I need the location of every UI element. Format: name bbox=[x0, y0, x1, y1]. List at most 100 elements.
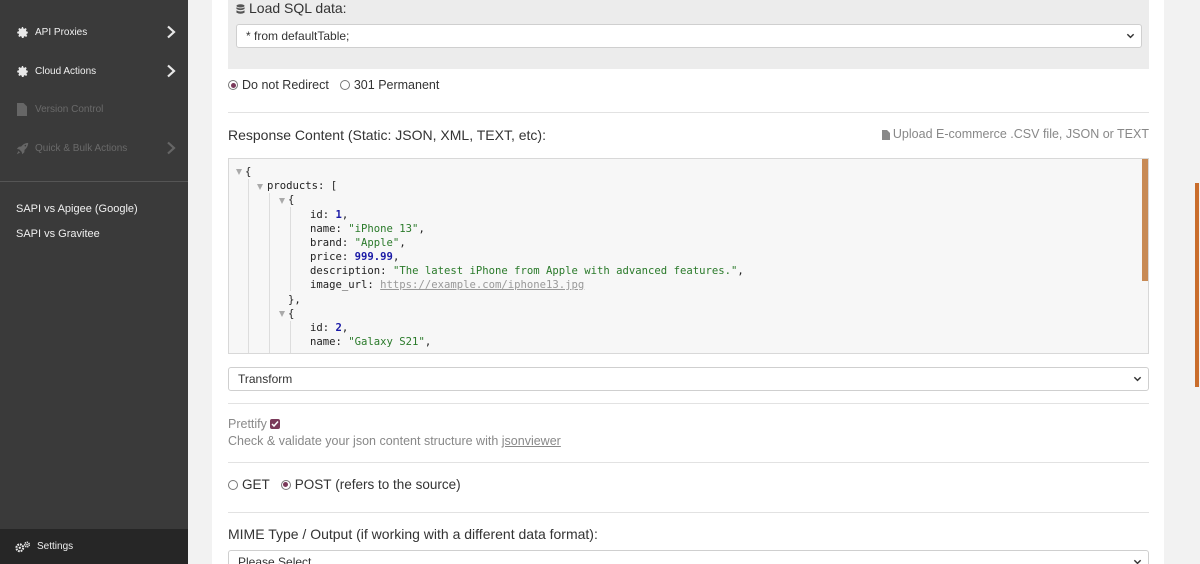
json-key: price bbox=[310, 251, 342, 263]
indent-guide bbox=[269, 193, 270, 353]
prettify-checkbox[interactable] bbox=[269, 419, 280, 429]
file-icon bbox=[15, 102, 29, 116]
method-radio-get[interactable] bbox=[228, 479, 238, 490]
method-label-post: POST bbox=[294, 477, 332, 492]
validate-hint: Check & validate your json content struc… bbox=[228, 434, 561, 448]
json-line: image_url: https://example.com/iphone13.… bbox=[310, 279, 585, 291]
sidebar-link-sapi-vs-apigee[interactable]: SAPI vs Apigee (Google) bbox=[16, 203, 138, 215]
chevron-right-icon bbox=[167, 64, 176, 78]
sidebar-item-api-proxies[interactable]: API Proxies bbox=[0, 17, 188, 47]
json-string: "Galaxy S21" bbox=[348, 336, 425, 348]
json-key: image_url bbox=[310, 279, 368, 291]
json-line: price: 999.99, bbox=[310, 251, 400, 263]
json-line: }, bbox=[288, 293, 301, 307]
settings-label: Settings bbox=[37, 541, 74, 552]
rocket-icon bbox=[15, 141, 29, 155]
redirect-radio-301[interactable] bbox=[339, 80, 350, 90]
divider bbox=[228, 112, 1149, 113]
json-string: "Apple" bbox=[354, 237, 400, 249]
json-url-link[interactable]: https://example.com/iphone13.jpg bbox=[380, 279, 584, 291]
sidebar-item-label: Cloud Actions bbox=[35, 65, 97, 77]
settings-button[interactable]: Settings bbox=[0, 529, 188, 564]
collapse-toggle-icon[interactable] bbox=[279, 311, 285, 317]
sql-query-value: * from defaultTable; bbox=[246, 29, 350, 43]
upload-file-label: Upload E-commerce .CSV file, JSON or TEX… bbox=[892, 127, 1149, 141]
divider bbox=[228, 462, 1149, 463]
check-icon bbox=[271, 421, 279, 428]
sql-title: Load SQL data: bbox=[236, 0, 347, 16]
redirect-label-301: 301 Permanent bbox=[353, 78, 440, 92]
redirect-label-none: Do not Redirect bbox=[242, 78, 329, 92]
transform-select[interactable]: Transform bbox=[228, 367, 1149, 391]
sql-title-text: Load SQL data: bbox=[249, 0, 347, 16]
json-editor[interactable]: { products: [ { id: 1, name: "iPhone 13"… bbox=[228, 158, 1149, 354]
method-options: GET POST (refers to the source) bbox=[228, 477, 461, 492]
json-line: name: "iPhone 13", bbox=[310, 223, 425, 235]
indent-guide bbox=[290, 321, 291, 353]
json-line: { bbox=[288, 193, 294, 207]
sidebar-divider bbox=[0, 181, 188, 182]
redirect-options: Do not Redirect 301 Permanent bbox=[228, 78, 450, 92]
json-key: id bbox=[310, 209, 323, 221]
sidebar-item-quick-bulk-actions: Quick & Bulk Actions bbox=[0, 133, 188, 163]
chevron-right-icon bbox=[167, 141, 176, 155]
response-content-label: Response Content (Static: JSON, XML, TEX… bbox=[228, 127, 546, 143]
gear-icon bbox=[15, 64, 29, 78]
sql-query-select[interactable]: * from defaultTable; bbox=[236, 24, 1142, 48]
redirect-radio-none[interactable] bbox=[228, 80, 238, 90]
chevron-right-icon bbox=[167, 25, 176, 39]
validate-text: Check & validate your json content struc… bbox=[228, 434, 499, 448]
json-brace: }, bbox=[288, 294, 301, 306]
json-line: name: "Galaxy S21", bbox=[310, 336, 432, 348]
sidebar-item-label: Version Control bbox=[35, 103, 104, 115]
gears-icon bbox=[15, 540, 31, 554]
json-number: 1 bbox=[335, 209, 342, 221]
gear-icon bbox=[15, 25, 29, 39]
json-line: { bbox=[245, 165, 251, 179]
jsonviewer-link[interactable]: jsonviewer bbox=[502, 434, 561, 448]
mime-type-label: MIME Type / Output (if working with a di… bbox=[228, 526, 598, 542]
json-brace: { bbox=[288, 308, 295, 320]
json-key: id bbox=[310, 322, 323, 334]
sidebar-item-label: Quick & Bulk Actions bbox=[35, 142, 128, 154]
json-line: { bbox=[288, 307, 294, 321]
json-line: id: 2, bbox=[310, 322, 349, 334]
json-line: description: "The latest iPhone from App… bbox=[310, 265, 744, 277]
json-line: brand: "Apple", bbox=[310, 237, 406, 249]
json-string: "iPhone 13" bbox=[348, 223, 419, 235]
sidebar-item-label: API Proxies bbox=[35, 26, 88, 38]
json-key: products bbox=[267, 180, 319, 192]
json-brace: { bbox=[245, 166, 252, 178]
chevron-down-icon bbox=[1126, 33, 1135, 39]
collapse-toggle-icon[interactable] bbox=[236, 169, 242, 175]
method-note: (refers to the source) bbox=[335, 477, 461, 492]
method-radio-post[interactable] bbox=[280, 479, 291, 490]
collapse-toggle-icon[interactable] bbox=[279, 198, 285, 204]
indent-guide bbox=[290, 207, 291, 291]
json-line: id: 1, bbox=[310, 209, 349, 221]
sidebar-link-sapi-vs-gravitee[interactable]: SAPI vs Gravitee bbox=[16, 228, 100, 240]
mime-type-select[interactable]: Please Select bbox=[228, 550, 1149, 564]
divider bbox=[228, 403, 1149, 404]
editor-scrollbar[interactable] bbox=[1142, 159, 1148, 281]
mime-type-placeholder: Please Select bbox=[238, 555, 312, 564]
json-number: 2 bbox=[335, 322, 342, 334]
prettify-option: Prettify bbox=[228, 417, 280, 431]
sidebar-item-version-control: Version Control bbox=[0, 94, 188, 124]
divider bbox=[228, 512, 1149, 513]
chevron-down-icon bbox=[1133, 559, 1142, 564]
sidebar-item-cloud-actions[interactable]: Cloud Actions bbox=[0, 56, 188, 86]
collapse-toggle-icon[interactable] bbox=[257, 184, 263, 190]
json-key: description bbox=[310, 265, 381, 277]
json-number: 999.99 bbox=[354, 251, 393, 263]
json-key: name bbox=[310, 223, 336, 235]
json-punct: : [ bbox=[318, 180, 338, 192]
transform-value: Transform bbox=[238, 372, 293, 386]
upload-file-link[interactable]: Upload E-commerce .CSV file, JSON or TEX… bbox=[881, 127, 1149, 141]
chevron-down-icon bbox=[1133, 376, 1142, 382]
database-icon bbox=[236, 2, 246, 14]
indent-guide bbox=[248, 179, 249, 353]
page-scroll-indicator bbox=[1195, 183, 1199, 387]
json-string: "The latest iPhone from Apple with advan… bbox=[392, 265, 738, 277]
prettify-label: Prettify bbox=[228, 417, 267, 431]
